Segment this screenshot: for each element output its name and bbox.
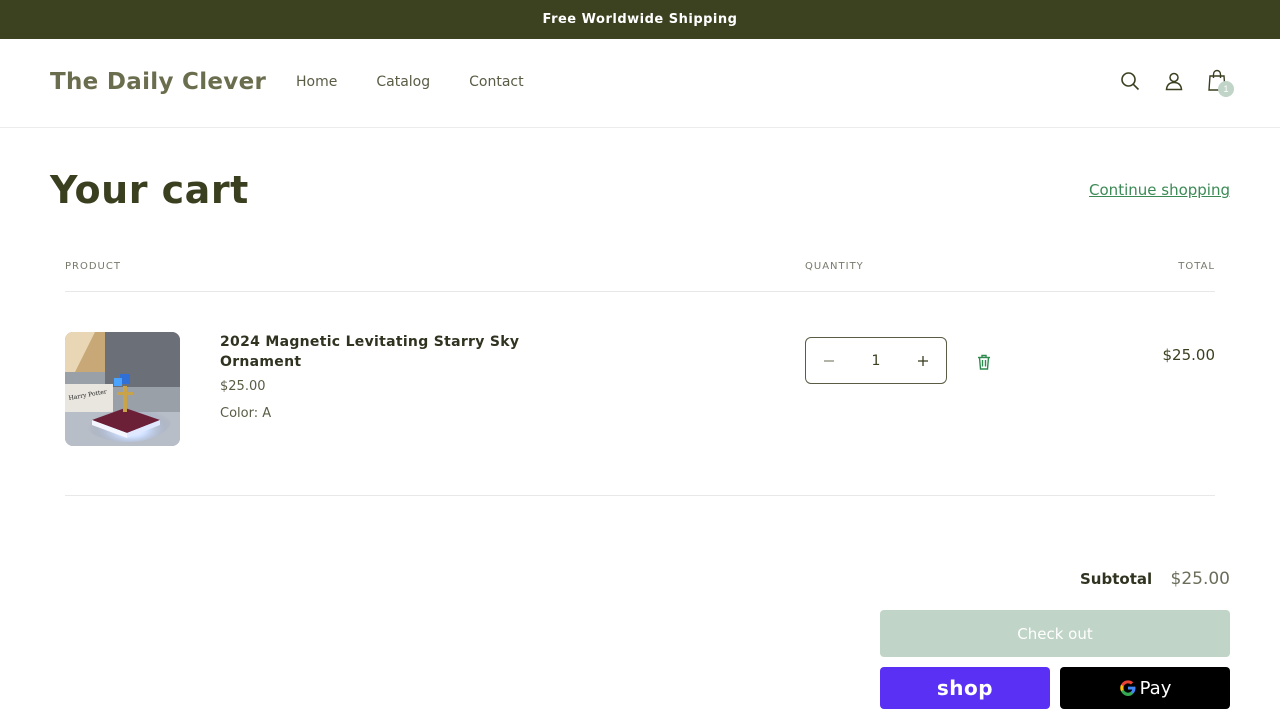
announcement-text: Free Worldwide Shipping — [542, 12, 738, 27]
checkout-button[interactable]: Check out — [880, 610, 1230, 657]
site-header: The Daily Clever Home Catalog Contact 1 — [0, 39, 1280, 128]
google-pay-button[interactable]: Pay — [1060, 667, 1230, 709]
product-name[interactable]: 2024 Magnetic Levitating Starry Sky Orna… — [220, 332, 540, 372]
column-header-product: PRODUCT — [65, 261, 121, 272]
increase-quantity-button[interactable] — [912, 350, 934, 372]
cart-item-row: Harry Potter 2024 Magnetic Levitating St… — [65, 292, 1215, 496]
cart-table-header: PRODUCT QUANTITY TOTAL — [65, 261, 1215, 292]
quantity-input[interactable]: 1 — [872, 353, 881, 369]
search-icon[interactable] — [1118, 68, 1142, 94]
minus-icon — [824, 359, 834, 362]
subtotal-label: Subtotal — [1080, 570, 1153, 588]
product-thumbnail[interactable]: Harry Potter — [65, 332, 180, 446]
product-unit-price: $25.00 — [220, 379, 266, 394]
column-header-total: TOTAL — [1178, 261, 1215, 272]
subtotal-value: $25.00 — [1170, 569, 1230, 589]
line-total: $25.00 — [1162, 346, 1216, 364]
decrease-quantity-button[interactable] — [818, 350, 840, 372]
store-logo[interactable]: The Daily Clever — [50, 69, 266, 95]
quantity-stepper: 1 — [805, 337, 947, 384]
header-icons: 1 — [1118, 68, 1234, 97]
shop-pay-label: shop — [936, 676, 994, 700]
account-icon[interactable] — [1162, 68, 1186, 94]
shop-pay-button[interactable]: shop — [880, 667, 1050, 709]
nav-home[interactable]: Home — [296, 74, 337, 90]
cart-count-badge: 1 — [1218, 81, 1234, 97]
cart-icon[interactable]: 1 — [1206, 68, 1234, 97]
main-nav: Home Catalog Contact — [296, 74, 524, 90]
nav-catalog[interactable]: Catalog — [376, 74, 430, 90]
page-title: Your cart — [50, 168, 249, 212]
continue-shopping-link[interactable]: Continue shopping — [1089, 181, 1230, 199]
plus-icon — [917, 355, 928, 366]
google-pay-label: Pay — [1139, 677, 1172, 699]
trash-icon[interactable] — [975, 353, 993, 371]
column-header-quantity: QUANTITY — [805, 261, 864, 272]
product-variant: Color: A — [220, 406, 272, 421]
nav-contact[interactable]: Contact — [469, 74, 523, 90]
announcement-bar: Free Worldwide Shipping — [0, 0, 1280, 39]
google-g-icon — [1119, 680, 1136, 696]
